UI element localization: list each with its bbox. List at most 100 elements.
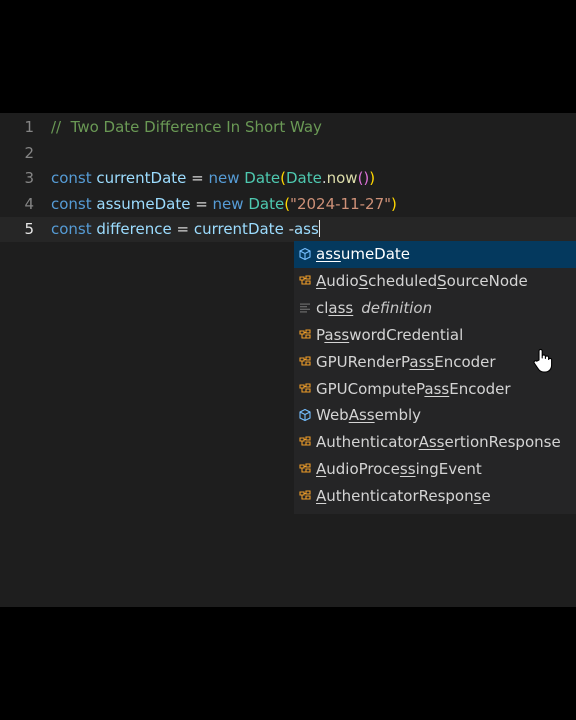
code-token: new xyxy=(212,194,249,213)
code-token: Date xyxy=(248,194,285,213)
line-number: 5 xyxy=(24,220,34,238)
label-text: cheduled xyxy=(368,271,438,290)
suggestion-item[interactable]: GPUComputePassEncoder xyxy=(294,376,576,403)
match-highlight: Ass xyxy=(348,406,375,425)
match-highlight: A xyxy=(316,271,327,290)
suggestion-item[interactable]: AuthenticatorResponse xyxy=(294,483,576,510)
code-token: ) xyxy=(391,194,397,213)
code-token: () xyxy=(357,169,370,187)
code-line[interactable]: 4 const assumeDate = new Date("2024-11-27… xyxy=(0,192,576,217)
match-highlight: Ass xyxy=(418,433,445,452)
label-text: ourceNode xyxy=(446,271,528,290)
code-token: // Two Date Difference In Short Way xyxy=(51,118,322,136)
code-token: "2024-11-27" xyxy=(290,194,392,213)
code-token: currentDate xyxy=(96,169,187,187)
code-text[interactable]: const difference = currentDate -ass xyxy=(51,217,320,242)
label-text: e xyxy=(481,487,491,506)
label-text: embly xyxy=(374,406,422,425)
suggestion-item[interactable]: assumeDate xyxy=(294,241,576,268)
code-line[interactable]: 3 const currentDate = new Date(Date.now()… xyxy=(0,166,576,191)
label-text: wordCredential xyxy=(349,325,464,344)
label-text: Authenticator xyxy=(316,433,419,452)
label-text: uthenticatorRespon xyxy=(326,487,474,506)
suggestion-detail: definition xyxy=(361,298,433,317)
class-icon xyxy=(299,275,311,285)
line-number: 1 xyxy=(24,118,34,136)
code-line[interactable]: 2 xyxy=(0,141,576,166)
suggestion-label: GPUComputePassEncoder xyxy=(316,376,511,403)
match-highlight: ss xyxy=(399,460,416,479)
code-token: const xyxy=(51,220,97,238)
suggestion-item[interactable]: AudioProcessingEvent xyxy=(294,456,576,483)
line-number: 4 xyxy=(24,194,34,213)
code-token: ass xyxy=(293,220,319,238)
snippet-icon xyxy=(300,303,310,313)
label-text: ertionResponse xyxy=(444,433,561,452)
text-cursor xyxy=(318,220,320,237)
code-token: = xyxy=(171,220,194,238)
class-icon xyxy=(299,436,311,446)
suggestion-item[interactable]: AuthenticatorAssertionResponse xyxy=(294,429,576,456)
line-number: 3 xyxy=(24,169,34,187)
suggestion-label: AudioScheduledSourceNode xyxy=(316,268,528,295)
label-text: GPURenderP xyxy=(316,352,410,371)
code-text[interactable]: const assumeDate = new Date("2024-11-27"… xyxy=(51,192,397,217)
match-highlight: ass xyxy=(316,245,341,263)
suggestion-widget[interactable]: assumeDate AudioScheduledSourceNode class d… xyxy=(294,241,576,514)
code-token: ) xyxy=(369,169,376,187)
match-highlight: S xyxy=(358,271,369,290)
code-token: Date xyxy=(285,169,322,187)
code-token: const xyxy=(51,169,97,187)
match-highlight: ass xyxy=(409,352,435,371)
label-text: ingEvent xyxy=(415,460,482,479)
match-highlight: S xyxy=(437,271,447,290)
code-line[interactable]: 1 // Two Date Difference In Short Way xyxy=(0,115,576,140)
hand-pointer-icon xyxy=(533,348,553,373)
match-highlight: ass xyxy=(324,325,350,344)
suggestion-label: class definition xyxy=(316,295,432,322)
class-icon xyxy=(299,463,311,473)
code-token: difference xyxy=(96,220,172,238)
variable-icon xyxy=(299,247,311,261)
code-token: = xyxy=(186,169,209,187)
suggestion-label: assumeDate xyxy=(316,241,410,268)
suggestion-label: AuthenticatorAssertionResponse xyxy=(316,429,561,456)
label-text: Web xyxy=(316,406,349,425)
code-token: assumeDate xyxy=(96,194,191,213)
label-text: cl xyxy=(316,298,329,317)
code-token: = xyxy=(190,194,213,213)
class-icon xyxy=(299,329,311,339)
code-text[interactable]: // Two Date Difference In Short Way xyxy=(51,115,322,140)
match-highlight: ass xyxy=(328,298,354,317)
line-number: 2 xyxy=(24,143,34,162)
suggestion-item[interactable]: WebAssembly xyxy=(294,402,576,429)
suggestion-label: AudioProcessingEvent xyxy=(316,456,482,483)
match-highlight: A xyxy=(316,460,327,479)
suggestion-label: PasswordCredential xyxy=(316,322,463,349)
suggestion-item[interactable]: AudioScheduledSourceNode xyxy=(294,268,576,295)
suggestion-item[interactable]: PasswordCredential xyxy=(294,322,576,349)
suggestion-label: GPURenderPassEncoder xyxy=(316,349,496,376)
label-text: udio xyxy=(326,271,359,290)
class-icon xyxy=(299,356,311,366)
match-highlight: ass xyxy=(424,379,450,398)
class-icon xyxy=(299,382,311,393)
label-text: GPUComputeP xyxy=(316,379,425,398)
class-icon xyxy=(299,490,311,500)
match-highlight: A xyxy=(316,487,327,506)
code-text[interactable]: const currentDate = new Date(Date.now()) xyxy=(51,166,375,191)
code-token: - xyxy=(283,220,294,238)
label-text: udioProce xyxy=(326,460,400,479)
code-token: new xyxy=(208,169,245,187)
code-line[interactable]: 5 const difference = currentDate -ass xyxy=(0,217,576,242)
suggestion-label: AuthenticatorResponse xyxy=(316,483,491,510)
label-text: Encoder xyxy=(434,352,496,371)
code-token: currentDate xyxy=(193,220,284,238)
suggestion-label: WebAssembly xyxy=(316,402,421,429)
variable-icon xyxy=(299,409,311,422)
label-text: Encoder xyxy=(449,379,511,398)
code-token: now xyxy=(326,169,358,187)
suggestion-item[interactable]: class definition xyxy=(294,295,576,322)
code-token: const xyxy=(51,194,97,213)
code-token: Date xyxy=(244,169,281,187)
